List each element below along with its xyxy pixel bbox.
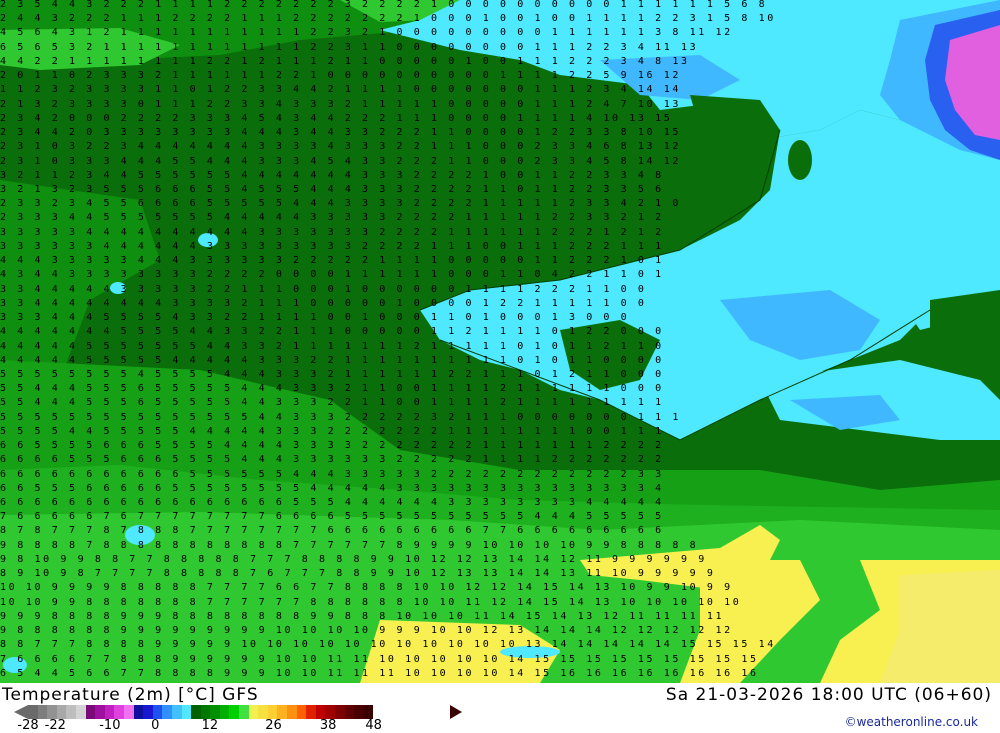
color-scale-ticks: -28 -22 -10 0 12 26 38 48 [0,718,480,733]
lake-2 [110,282,126,294]
legend-swatch [258,705,268,719]
legend-swatch [200,705,211,719]
legend-left-arrow [14,705,28,719]
legend-swatch [296,705,307,719]
legend-swatch [114,705,124,719]
legend-tick-label: 12 [201,718,219,733]
legend-swatch [28,705,38,719]
legend-tick-label: 48 [365,718,382,733]
legend-swatch [75,705,86,719]
lake-5 [3,657,27,673]
legend-tick-label: -10 [99,718,121,733]
legend-tick-label: -28 [17,718,39,733]
legend-swatch [248,705,259,719]
legend-swatch [277,705,288,719]
lake-3 [125,525,155,545]
legend-swatch [335,705,345,719]
legend-swatch [210,705,220,719]
legend-swatch [37,705,48,719]
legend-swatch [66,705,76,719]
legend-swatch [152,705,163,719]
legend-swatch [315,705,326,719]
legend-tick-label: -22 [44,718,66,733]
legend-swatch [171,705,182,719]
legend-swatch [143,705,153,719]
island-green [788,140,812,180]
legend-swatch [363,705,374,719]
legend-swatch [306,705,316,719]
credit-link[interactable]: ©weatheronline.co.uk [845,715,978,729]
legend-tick-label: 0 [151,718,160,733]
legend-swatch [85,705,96,719]
lake-1 [198,233,218,247]
legend-swatch [287,705,297,719]
color-scale-bar [28,705,374,719]
legend-swatch [104,705,115,719]
map-title: Temperature (2m) [°C] GFS [2,685,259,705]
legend-swatch [181,705,192,719]
forecast-run-info: Sa 21-03-2026 18:00 UTC (06+60) [665,685,992,705]
legend-swatch [133,705,144,719]
legend-footer: Temperature (2m) [°C] GFS Sa 21-03-2026 … [0,683,1000,733]
legend-swatch [219,705,230,719]
lake-4 [500,646,560,658]
legend-swatch [239,705,249,719]
legend-tick-label: 26 [265,718,282,733]
legend-tick-label: 38 [319,718,337,733]
legend-swatch [354,705,364,719]
temperature-map: 2 3 5 4 4 3 2 2 2 1 1 1 1 2 2 2 2 2 2 2 … [0,0,1000,683]
legend-swatch [56,705,67,719]
legend-swatch [47,705,57,719]
legend-swatch [267,705,278,719]
legend-swatch [95,705,105,719]
legend-swatch [229,705,240,719]
legend-swatch [344,705,355,719]
temperature-field [0,0,1000,683]
legend-right-arrow [450,705,462,719]
legend-swatch [162,705,172,719]
legend-swatch [123,705,134,719]
legend-swatch [325,705,335,719]
legend-swatch [191,705,201,719]
